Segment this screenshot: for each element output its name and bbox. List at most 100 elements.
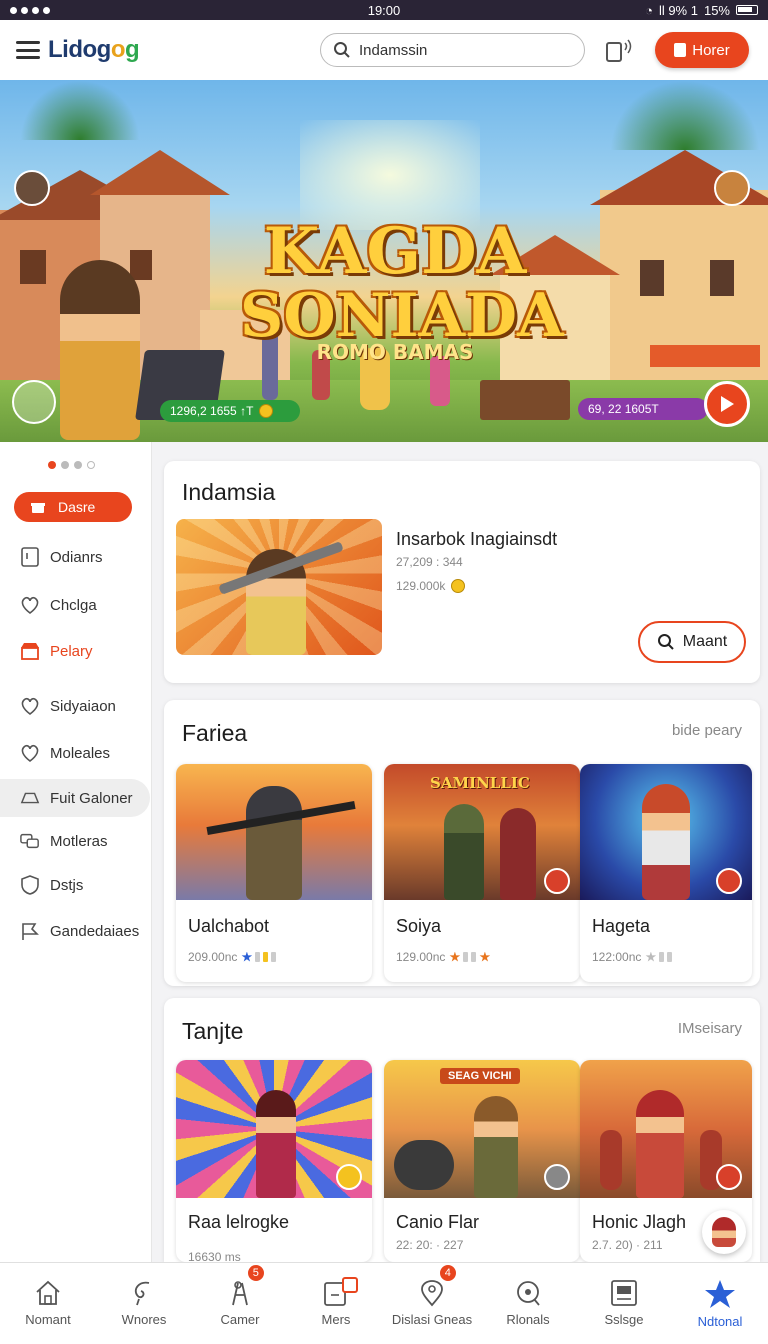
- game-tile[interactable]: SEAG VICHI Canio Flar 22: 20: · 227: [384, 1060, 580, 1262]
- sidebar-item-dasre[interactable]: Dasre: [14, 492, 132, 522]
- featured-meta-line1: 27,209 : 344: [396, 555, 463, 569]
- sidebar-item-odianrs[interactable]: Odianrs: [14, 541, 150, 573]
- game-name: Soiya: [396, 916, 442, 936]
- game-name: Raa lelrogke: [188, 1212, 290, 1232]
- fariea-section: Fariea bide peary Ualchabot 209.00nc SAM…: [164, 700, 760, 986]
- hero-pager[interactable]: [48, 461, 95, 469]
- pager-dot[interactable]: [48, 461, 56, 469]
- star-icon: [449, 951, 461, 962]
- nav-item-rlonals[interactable]: Rlonals: [480, 1263, 576, 1344]
- section-title: Fariea: [182, 720, 248, 746]
- see-more-link[interactable]: IMseisary: [678, 1020, 742, 1037]
- badge-icon: [716, 1164, 742, 1190]
- sidebar-item-gandedaiaes[interactable]: Gandedaiaes: [14, 915, 150, 947]
- star-icon: [705, 1280, 735, 1308]
- app-logo[interactable]: Lidogog: [48, 36, 140, 64]
- tanjte-section: Tanjte IMseisary Raa lelrogke 16630 ms S…: [164, 998, 760, 1262]
- section-title: Tanjte: [182, 1018, 244, 1044]
- battery-percent: 15%: [703, 2, 730, 18]
- sidebar-item-chclga[interactable]: Chclga: [14, 589, 150, 621]
- search-box[interactable]: [320, 33, 585, 67]
- tablet-icon[interactable]: [604, 37, 632, 65]
- star-icon: [645, 951, 657, 962]
- flag-icon: [20, 921, 40, 941]
- star-icon: [479, 951, 491, 962]
- hero-play-button[interactable]: [704, 381, 750, 427]
- location-icon: [421, 1280, 443, 1307]
- see-more-link[interactable]: bide peary: [672, 722, 742, 739]
- floating-avatar-button[interactable]: [702, 1210, 746, 1254]
- status-indicators: ll 9% 1: [658, 2, 698, 18]
- badge-icon: [716, 868, 742, 894]
- search-icon: [657, 634, 674, 650]
- pager-dot[interactable]: [87, 461, 95, 469]
- notification-badge: 5: [245, 1263, 266, 1283]
- hero-character: [60, 260, 140, 440]
- game-meta: 22: 20: · 227: [396, 1238, 464, 1252]
- game-art: [580, 1060, 752, 1198]
- bag-icon: [674, 43, 687, 57]
- maant-button[interactable]: Maant: [638, 621, 746, 663]
- game-name: Canio Flar: [396, 1212, 480, 1232]
- nav-item-wnores[interactable]: Wnores: [96, 1263, 192, 1344]
- coin-icon: [451, 579, 466, 593]
- badge-icon: [544, 1164, 570, 1190]
- hero-stat-chip-right: 69, 22 1605T: [578, 398, 708, 420]
- search-input[interactable]: [359, 41, 559, 59]
- nav-item-nomant[interactable]: Nomant: [0, 1263, 96, 1344]
- coin-icon: [259, 404, 274, 418]
- sidebar: Dasre Odianrs Chclga Pelary Sidyaiaon Mo…: [0, 442, 152, 1262]
- hero-title: KAGDA SONIADA ROMO BAMAS: [240, 214, 564, 364]
- game-meta: 16630 ms: [188, 1250, 241, 1262]
- app-header: Lidogog Horer: [0, 20, 768, 80]
- nav-item-sslsge[interactable]: Sslsge: [576, 1263, 672, 1344]
- nav-item-mers[interactable]: Mers: [288, 1263, 384, 1344]
- chat-icon: [20, 831, 40, 851]
- bottom-nav: Nomant Wnores 5 Camer Mers 4 Dislasi Gne…: [0, 1262, 768, 1344]
- player-avatar-right[interactable]: [714, 170, 750, 206]
- pager-dot[interactable]: [74, 461, 82, 469]
- featured-card: Indamsia Insarbok Inagiainsdt 27,209 : 3…: [164, 461, 760, 683]
- pager-dot[interactable]: [61, 461, 69, 469]
- game-meta: 209.00nc: [188, 950, 277, 964]
- game-name: Ualchabot: [188, 916, 270, 936]
- game-art: [580, 764, 752, 900]
- nav-item-ndtonal[interactable]: Ndtonal: [672, 1263, 768, 1344]
- play-icon: [721, 396, 734, 412]
- store-icon: [20, 641, 40, 661]
- sidebar-item-pelary[interactable]: Pelary: [14, 635, 150, 667]
- sidebar-item-fuit-galoner[interactable]: Fuit Galoner: [0, 779, 150, 817]
- swirl-icon: [134, 1281, 150, 1306]
- player-avatar-left[interactable]: [14, 170, 50, 206]
- nav-item-camer[interactable]: 5 Camer: [192, 1263, 288, 1344]
- rating-stars: [645, 951, 673, 963]
- game-meta: 129.00nc: [396, 950, 491, 964]
- nav-item-dislasi-gneas[interactable]: 4 Dislasi Gneas: [384, 1263, 480, 1344]
- game-tile[interactable]: SAMINLLIC Soiya 129.00nc: [384, 764, 580, 982]
- sidebar-item-sidyaiaon[interactable]: Sidyaiaon: [14, 690, 150, 722]
- home-button[interactable]: Horer: [655, 32, 749, 68]
- shield-icon: [20, 875, 40, 895]
- star-icon: [241, 951, 253, 962]
- menu-icon[interactable]: [16, 41, 40, 59]
- sidebar-item-motleras[interactable]: Motleras: [14, 825, 150, 857]
- heart-shield-icon: [20, 696, 40, 716]
- status-bar: 19:00 ◔ ll 9% 1 15%: [0, 0, 768, 20]
- game-art: [176, 764, 372, 900]
- hero-prev-button[interactable]: [12, 380, 56, 424]
- sidebar-item-dstjs[interactable]: Dstjs: [14, 869, 150, 901]
- sidebar-item-moleales[interactable]: Moleales: [14, 737, 150, 769]
- game-tile[interactable]: Hageta 122:00nc: [580, 764, 752, 982]
- featured-game-image[interactable]: [176, 519, 382, 655]
- hero-banner[interactable]: KAGDA SONIADA ROMO BAMAS 1296,2 1655 ↑T …: [0, 80, 768, 442]
- game-meta: 2.7. 20) · 211: [592, 1238, 663, 1252]
- battery-icon: [736, 5, 758, 15]
- heart-shield-icon: [20, 595, 40, 615]
- badge-icon: [336, 1164, 362, 1190]
- section-title: Indamsia: [182, 479, 276, 505]
- gift-icon: [28, 497, 48, 517]
- heart-shield-icon: [20, 743, 40, 763]
- game-tile[interactable]: Ualchabot 209.00nc: [176, 764, 372, 982]
- notification-badge: 4: [437, 1263, 458, 1283]
- game-tile[interactable]: Raa lelrogke 16630 ms: [176, 1060, 372, 1262]
